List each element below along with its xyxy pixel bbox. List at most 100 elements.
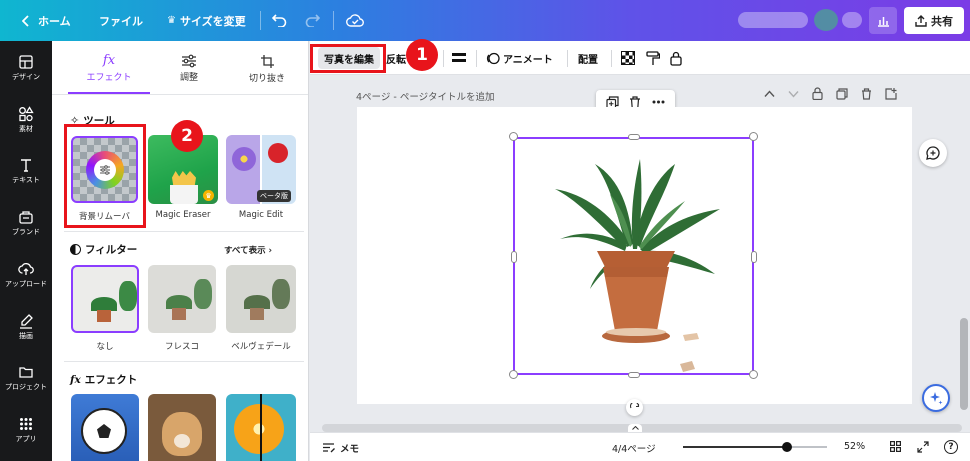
rail-label: 描画 xyxy=(19,332,33,340)
sparkle-icon xyxy=(930,392,943,405)
tab-effects[interactable]: fx エフェクト xyxy=(68,41,150,93)
canvas-horizontal-scrollbar[interactable] xyxy=(322,424,962,432)
transparency-button[interactable] xyxy=(621,41,635,75)
show-pages-toggle[interactable] xyxy=(628,424,642,432)
resize-handle[interactable] xyxy=(509,132,518,141)
fullscreen-button[interactable] xyxy=(917,441,929,456)
filter-fresco-tile[interactable] xyxy=(148,265,216,333)
add-page-icon[interactable] xyxy=(885,87,897,100)
rail-label: テキスト xyxy=(12,176,40,184)
filter-none-label: なし xyxy=(96,342,114,352)
wall-plant-art xyxy=(119,281,137,311)
page-count[interactable]: 4/4ページ xyxy=(612,441,656,455)
avatar[interactable] xyxy=(814,9,838,31)
cloud-save-status[interactable] xyxy=(346,0,364,41)
effect-tile-1[interactable] xyxy=(71,394,139,461)
sliders-icon xyxy=(182,54,196,68)
zoom-slider-knob[interactable] xyxy=(782,442,792,452)
rail-item-brand[interactable]: ブランド xyxy=(0,209,52,237)
transparency-icon xyxy=(621,51,635,65)
home-label: ホーム xyxy=(38,14,71,28)
home-button[interactable]: ホーム xyxy=(22,0,71,41)
comment-button[interactable] xyxy=(919,139,947,167)
file-label: ファイル xyxy=(99,14,143,28)
notes-icon xyxy=(323,443,335,453)
fx-icon: fx xyxy=(102,53,116,68)
filters-heading: フィルター xyxy=(70,242,137,257)
page-lock-icon[interactable] xyxy=(812,87,823,100)
divider xyxy=(476,50,477,67)
animate-icon xyxy=(486,52,500,64)
canvas-vertical-scrollbar[interactable] xyxy=(960,318,968,410)
split-line xyxy=(260,394,262,461)
file-menu-button[interactable]: ファイル xyxy=(99,0,143,41)
copy-style-button[interactable] xyxy=(646,41,660,75)
selection-frame[interactable] xyxy=(513,137,754,375)
redo-button[interactable] xyxy=(305,0,320,41)
resize-handle[interactable] xyxy=(628,372,640,378)
filter-none-tile[interactable] xyxy=(71,265,139,333)
purple-flower-art xyxy=(232,147,256,171)
undo-button[interactable] xyxy=(272,0,287,41)
position-button[interactable]: 配置 xyxy=(578,41,598,75)
tab-crop[interactable]: 切り抜き xyxy=(226,41,308,93)
rail-label: デザイン xyxy=(12,73,40,81)
wall-plant-art xyxy=(272,279,290,309)
rotate-button[interactable] xyxy=(626,399,643,416)
effect-tile-3[interactable] xyxy=(226,394,296,461)
zoom-slider[interactable] xyxy=(683,442,827,452)
rail-item-elements[interactable]: 素材 xyxy=(0,106,52,134)
cloud-check-icon xyxy=(346,14,364,27)
resize-handle[interactable] xyxy=(509,370,518,379)
page-title-input[interactable]: ページタイトルを追加 xyxy=(400,92,495,103)
page-trash-icon[interactable] xyxy=(861,87,872,100)
orange-slice-art xyxy=(234,404,284,454)
rail-item-apps[interactable]: アプリ xyxy=(0,416,52,444)
magic-edit-tile[interactable]: ベータ版 xyxy=(226,135,296,204)
rail-item-text[interactable]: テキスト xyxy=(0,157,52,185)
crown-badge-icon: ♛ xyxy=(203,190,214,201)
page-duplicate-icon[interactable] xyxy=(836,87,848,100)
rail-item-design[interactable]: デザイン xyxy=(0,54,52,82)
resize-handle[interactable] xyxy=(628,134,640,140)
blurred-user-info xyxy=(842,12,862,28)
share-button[interactable]: 共有 xyxy=(904,7,964,34)
page-header: 4ページ - ページタイトルを追加 xyxy=(356,89,494,103)
tab-adjust[interactable]: 調整 xyxy=(148,41,230,93)
page-label: 4ページ - xyxy=(356,92,400,103)
resize-button[interactable]: ♛ サイズを変更 xyxy=(167,0,246,41)
rail-item-projects[interactable]: プロジェクト xyxy=(0,364,52,392)
chevron-down-icon[interactable] xyxy=(788,90,799,98)
highlight-edit-photo xyxy=(310,44,386,73)
comment-add-icon xyxy=(926,146,940,160)
animate-button[interactable]: アニメート xyxy=(486,41,553,75)
insights-button[interactable] xyxy=(869,7,897,34)
zoom-level[interactable]: 52% xyxy=(844,441,865,452)
rail-item-draw[interactable]: 描画 xyxy=(0,313,52,341)
filter-belvedere-tile[interactable] xyxy=(226,265,296,333)
resize-handle[interactable] xyxy=(751,251,757,263)
grid-view-button[interactable] xyxy=(890,441,901,455)
notes-label: メモ xyxy=(340,444,360,455)
rail-label: アプリ xyxy=(15,435,37,443)
flip-button[interactable]: 反転 xyxy=(386,41,406,75)
divider xyxy=(567,50,568,67)
more-icon[interactable] xyxy=(652,100,665,104)
rail-item-upload[interactable]: アップロード xyxy=(0,261,52,289)
undo-icon xyxy=(272,14,287,27)
resize-handle[interactable] xyxy=(511,251,517,263)
chevron-up-icon[interactable] xyxy=(764,89,775,98)
notes-button[interactable]: メモ xyxy=(322,441,359,455)
lock-button[interactable] xyxy=(670,41,682,75)
show-all-link[interactable]: すべて表示 › xyxy=(224,244,272,256)
flip-label: 反転 xyxy=(386,54,406,66)
effect-tile-2[interactable] xyxy=(148,394,216,461)
tab-label: 調整 xyxy=(179,73,198,83)
resize-handle[interactable] xyxy=(749,132,758,141)
filter-fresco-label: フレスコ xyxy=(164,342,199,352)
help-button[interactable]: ? xyxy=(944,440,958,454)
resize-handle[interactable] xyxy=(749,370,758,379)
redo-icon xyxy=(305,14,320,27)
border-style-button[interactable] xyxy=(452,41,466,75)
magic-assistant-button[interactable] xyxy=(922,384,950,412)
